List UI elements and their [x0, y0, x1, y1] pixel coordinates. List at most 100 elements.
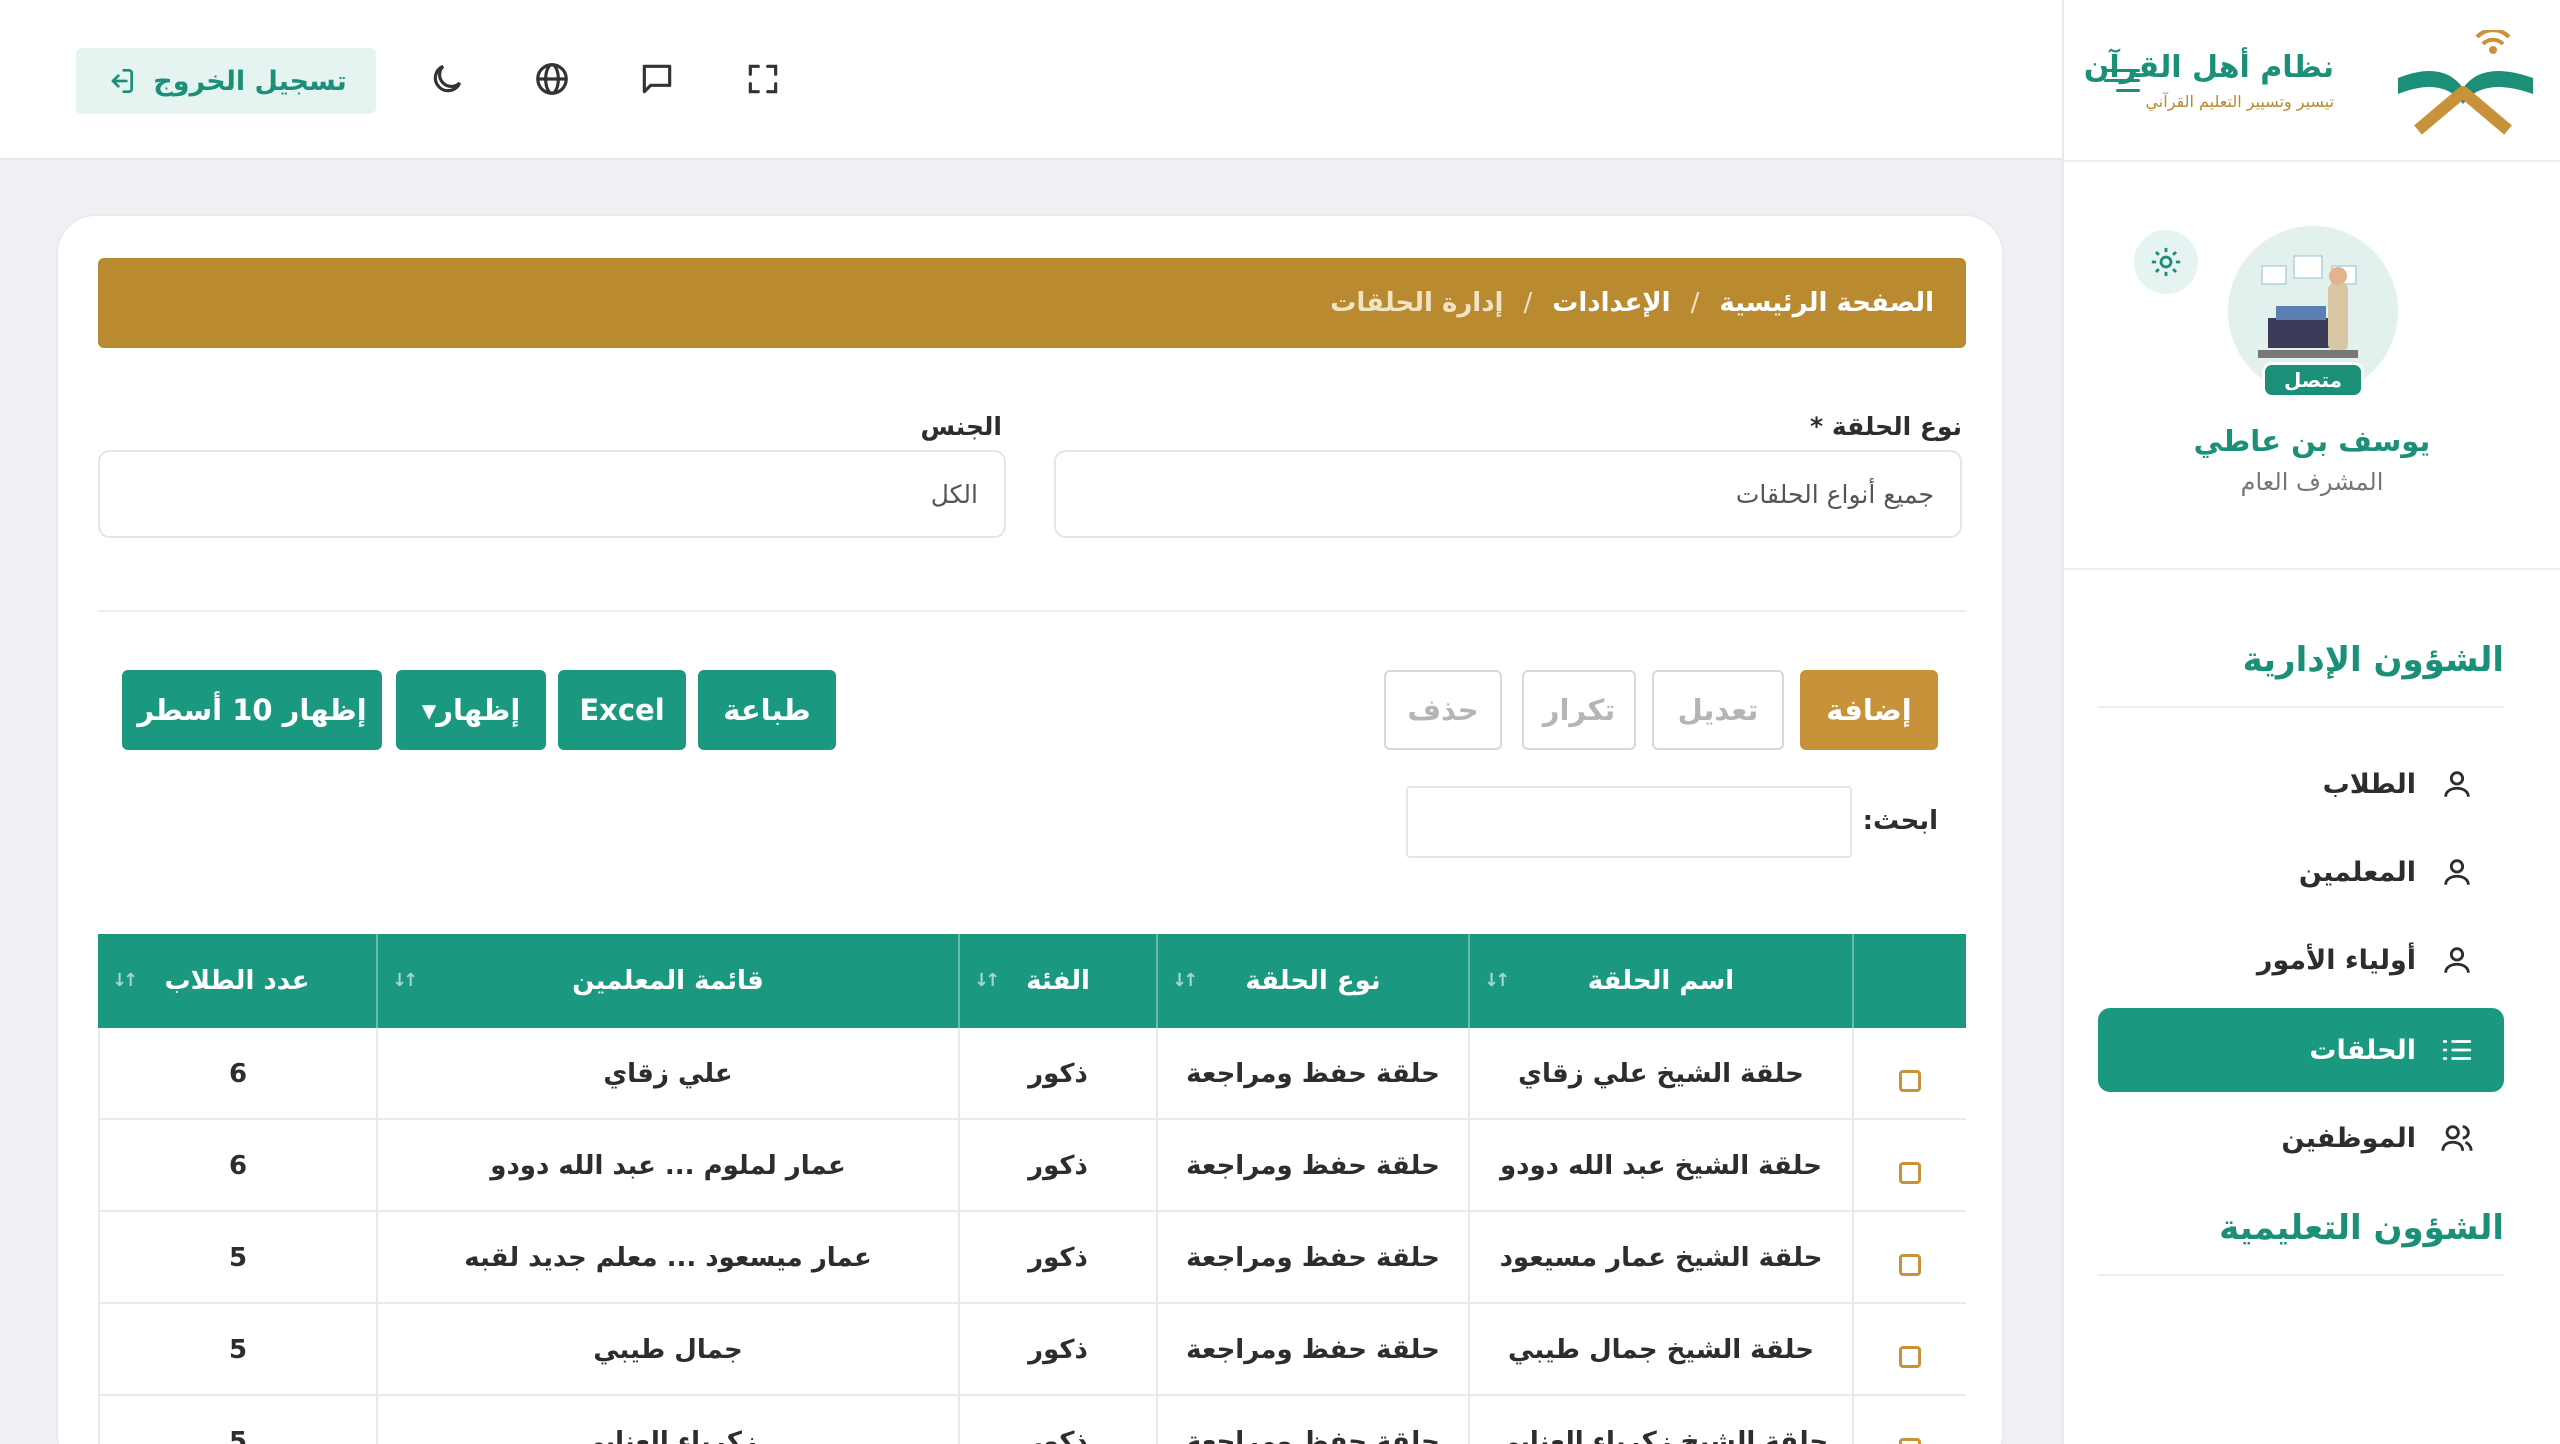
cell-teachers: علي زقاي [376, 1028, 958, 1120]
add-button[interactable]: إضافة [1800, 670, 1938, 750]
cell-students-count: 5 [98, 1304, 376, 1396]
divider [98, 610, 1966, 612]
cell-category: ذكور [958, 1120, 1156, 1212]
table-row[interactable]: حلقة الشيخ علي زقاي حلقة حفظ ومراجعة ذكو… [98, 1028, 1966, 1120]
gender-select[interactable]: الكل [98, 450, 1006, 538]
cell-teachers: عمار لملوم ... عبد الله دودو [376, 1120, 958, 1212]
cell-students-count: 5 [98, 1396, 376, 1444]
sidebar-item-label: الحلقات [2309, 1034, 2416, 1066]
row-checkbox[interactable] [1899, 1346, 1921, 1368]
logout-icon [111, 69, 134, 93]
sort-icon: ↑↓ [112, 970, 138, 991]
table-row[interactable]: حلقة الشيخ عمار مسيعود حلقة حفظ ومراجعة … [98, 1212, 1966, 1304]
breadcrumb-separator: / [1523, 288, 1533, 318]
dark-mode-icon[interactable] [428, 60, 466, 98]
sidebar-item-employees[interactable]: الموظفين [2098, 1096, 2504, 1180]
cell-students-count: 5 [98, 1212, 376, 1304]
sidebar-item-label: أولياء الأمور [2256, 944, 2416, 976]
header-circle-name[interactable]: اسم الحلقة ↑↓ [1468, 934, 1852, 1028]
sort-icon: ↑↓ [1172, 970, 1198, 991]
cell-circle-name: حلقة الشيخ زكرياء العنابي [1468, 1396, 1852, 1444]
gender-label: الجنس [920, 412, 1002, 441]
user-name: يوسف بن عاطي [2193, 424, 2431, 458]
table-row[interactable]: حلقة الشيخ عبد الله دودو حلقة حفظ ومراجع… [98, 1120, 1966, 1212]
nav-section-educational: الشؤون التعليمية [2219, 1208, 2504, 1248]
status-badge: متصل [2262, 362, 2364, 398]
select-all-header[interactable] [1852, 934, 1966, 1028]
sidebar-item-teachers[interactable]: المعلمين [2098, 830, 2504, 914]
row-checkbox[interactable] [1899, 1162, 1921, 1184]
sort-icon: ↑↓ [392, 970, 418, 991]
row-checkbox[interactable] [1899, 1254, 1921, 1276]
cell-circle-type: حلقة حفظ ومراجعة [1156, 1304, 1468, 1396]
users-icon [2441, 1125, 2473, 1151]
message-icon[interactable] [638, 60, 676, 98]
logout-button[interactable]: تسجيل الخروج [76, 48, 376, 114]
logo-book-icon [2398, 30, 2533, 135]
logo-subtitle: تيسير وتسيير التعليم القرآني [2145, 92, 2334, 111]
sidebar-item-students[interactable]: الطلاب [2098, 742, 2504, 826]
cell-teachers: جمال طيبي [376, 1304, 958, 1396]
gender-value: الكل [930, 479, 978, 509]
cell-circle-name: حلقة الشيخ عبد الله دودو [1468, 1120, 1852, 1212]
user-icon [2444, 859, 2470, 885]
circle-type-select[interactable]: جميع أنواع الحلقات [1054, 450, 1962, 538]
globe-icon[interactable] [533, 60, 571, 98]
circle-type-label: نوع الحلقة * [1810, 412, 1962, 441]
menu-toggle-icon[interactable] [2104, 66, 2140, 96]
cell-circle-type: حلقة حفظ ومراجعة [1156, 1120, 1468, 1212]
topbar: تسجيل الخروج [0, 0, 2062, 160]
profile-panel: متصل يوسف بن عاطي المشرف العام [2064, 162, 2560, 570]
breadcrumb-settings[interactable]: الإعدادات [1552, 288, 1670, 318]
cell-circle-type: حلقة حفظ ومراجعة [1156, 1396, 1468, 1444]
row-checkbox[interactable] [1899, 1070, 1921, 1092]
cell-circle-name: حلقة الشيخ علي زقاي [1468, 1028, 1852, 1120]
user-role: المشرف العام [2240, 468, 2384, 496]
logout-label: تسجيل الخروج [153, 65, 347, 97]
breadcrumb-home[interactable]: الصفحة الرئيسية [1719, 288, 1934, 318]
sidebar-item-parents[interactable]: أولياء الأمور [2098, 918, 2504, 1002]
edit-button[interactable]: تعديل [1652, 670, 1784, 750]
sidebar-item-label: المعلمين [2298, 856, 2416, 888]
cell-category: ذكور [958, 1396, 1156, 1444]
cell-category: ذكور [958, 1212, 1156, 1304]
breadcrumb: الصفحة الرئيسية / الإعدادات / إدارة الحل… [98, 258, 1966, 348]
sort-icon: ↑↓ [974, 970, 1000, 991]
header-teachers[interactable]: قائمة المعلمين ↑↓ [376, 934, 958, 1028]
cell-category: ذكور [958, 1304, 1156, 1396]
sidebar-item-label: الطلاب [2322, 768, 2416, 800]
print-button[interactable]: طباعة [698, 670, 836, 750]
gear-icon [2151, 247, 2181, 277]
rows-per-page-button[interactable]: إظهار 10 أسطر [122, 670, 382, 750]
sort-icon: ↑↓ [1484, 970, 1510, 991]
row-checkbox[interactable] [1899, 1438, 1921, 1444]
table-row[interactable]: حلقة الشيخ جمال طيبي حلقة حفظ ومراجعة ذك… [98, 1304, 1966, 1396]
cell-category: ذكور [958, 1028, 1156, 1120]
settings-button[interactable] [2134, 230, 2198, 294]
delete-button[interactable]: حذف [1384, 670, 1502, 750]
cell-teachers: عمار ميسعود ... معلم جديد لقبه [376, 1212, 958, 1304]
fullscreen-icon[interactable] [744, 60, 782, 98]
cell-circle-name: حلقة الشيخ عمار مسيعود [1468, 1212, 1852, 1304]
cell-students-count: 6 [98, 1028, 376, 1120]
table-row[interactable]: حلقة الشيخ زكرياء العنابي حلقة حفظ ومراج… [98, 1396, 1966, 1444]
column-visibility-button[interactable]: إظهار▾ [396, 670, 546, 750]
user-icon [2444, 771, 2470, 797]
header-circle-type[interactable]: نوع الحلقة ↑↓ [1156, 934, 1468, 1028]
cell-circle-type: حلقة حفظ ومراجعة [1156, 1028, 1468, 1120]
header-category[interactable]: الفئة ↑↓ [958, 934, 1156, 1028]
cell-teachers: زكرياء العنابي [376, 1396, 958, 1444]
duplicate-button[interactable]: تكرار [1522, 670, 1636, 750]
sidebar: نظام أهل القرآن تيسير وتسيير التعليم الق… [2062, 0, 2560, 1444]
nav-divider [2098, 706, 2504, 708]
list-icon [2442, 1040, 2472, 1060]
sidebar-item-label: الموظفين [2281, 1122, 2416, 1154]
sidebar-item-circles[interactable]: الحلقات [2098, 1008, 2504, 1092]
excel-button[interactable]: Excel [558, 670, 686, 750]
nav-section-admin: الشؤون الإدارية [2242, 640, 2504, 680]
main-card: الصفحة الرئيسية / الإعدادات / إدارة الحل… [56, 214, 2004, 1444]
nav-divider [2098, 1274, 2504, 1276]
header-students-count[interactable]: عدد الطلاب ↑↓ [98, 934, 376, 1028]
search-label: ابحث: [1862, 806, 1938, 836]
search-input[interactable] [1406, 786, 1852, 858]
